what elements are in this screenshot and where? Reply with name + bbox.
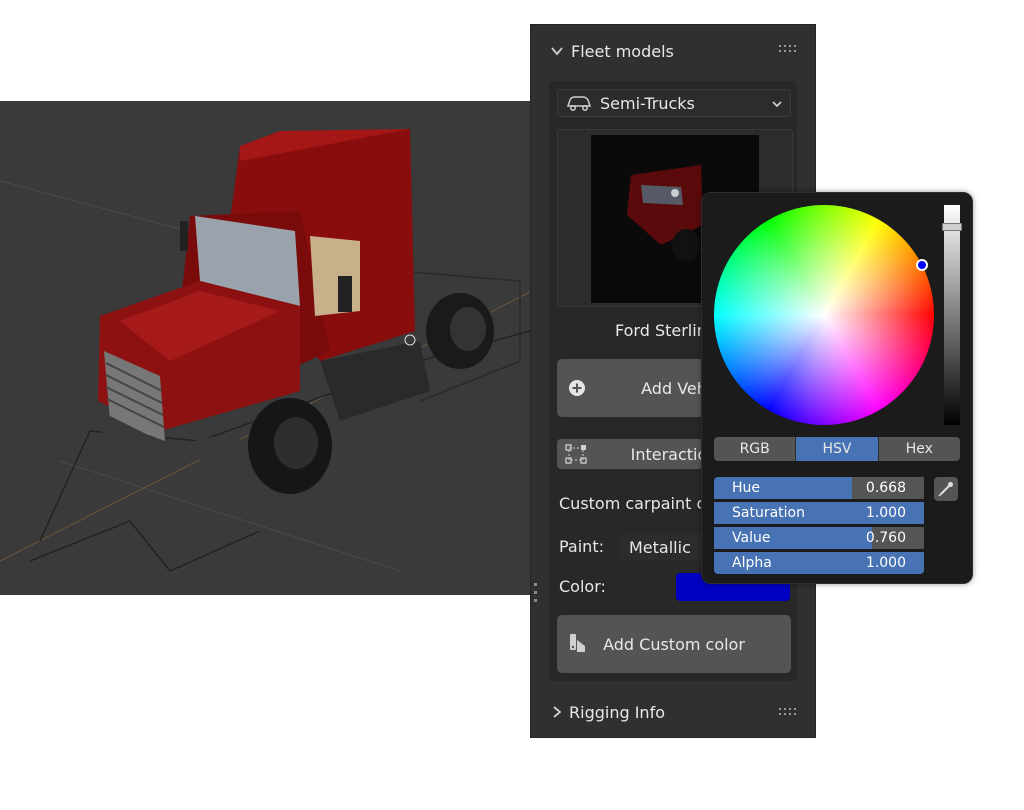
- rigging-info-header[interactable]: Rigging Info: [531, 697, 815, 727]
- value-value: 0.760: [865, 530, 906, 546]
- value-label: Value: [732, 530, 771, 546]
- 3d-viewport[interactable]: [0, 101, 532, 595]
- drag-grip-icon[interactable]: [779, 45, 797, 55]
- alpha-value: 1.000: [865, 555, 906, 571]
- add-vehicle-label: Add Veh: [641, 378, 707, 398]
- color-wheel[interactable]: [714, 205, 934, 425]
- saturation-label: Saturation: [732, 505, 805, 521]
- bounding-box-icon: [565, 444, 587, 464]
- value-slider-handle[interactable]: [942, 223, 962, 231]
- hue-value: 0.668: [865, 480, 906, 496]
- value-field[interactable]: Value 0.760: [714, 527, 924, 549]
- panel-header[interactable]: Fleet models: [531, 25, 815, 77]
- color-mode-tabs: RGB HSV Hex: [714, 437, 960, 461]
- chevron-down-icon[interactable]: [549, 43, 565, 59]
- drag-grip-icon[interactable]: [779, 708, 797, 718]
- custom-carpaint-title: Custom carpaint co: [559, 494, 716, 513]
- chevron-right-icon: [553, 706, 562, 718]
- saturation-field[interactable]: Saturation 1.000: [714, 502, 924, 524]
- category-dropdown[interactable]: Semi-Trucks: [557, 89, 791, 117]
- rigging-info-label: Rigging Info: [569, 702, 665, 722]
- truck-render: [0, 129, 532, 572]
- eyedropper-icon: [938, 482, 953, 497]
- paint-brush-icon: [570, 634, 585, 652]
- hue-field[interactable]: Hue 0.668: [714, 477, 924, 499]
- color-picker-popup: RGB HSV Hex Hue 0.668 Saturation 1.000 V…: [701, 192, 973, 584]
- add-custom-color-label: Add Custom color: [603, 634, 745, 654]
- add-custom-color-button[interactable]: Add Custom color: [557, 615, 791, 673]
- resize-handle-icon[interactable]: [533, 583, 539, 607]
- tab-rgb[interactable]: RGB: [714, 437, 797, 461]
- hue-label: Hue: [732, 480, 761, 496]
- dropdown-value: Semi-Trucks: [600, 93, 695, 113]
- eyedropper-button[interactable]: [934, 477, 958, 501]
- color-label: Color:: [559, 577, 606, 596]
- alpha-field[interactable]: Alpha 1.000: [714, 552, 924, 574]
- alpha-label: Alpha: [732, 555, 772, 571]
- chevron-down-icon: [772, 101, 782, 108]
- saturation-value: 1.000: [865, 505, 906, 521]
- paint-value: Metallic: [629, 537, 691, 557]
- color-wheel-cursor[interactable]: [916, 259, 928, 271]
- panel-title: Fleet models: [571, 41, 674, 61]
- paint-label: Paint:: [559, 537, 604, 556]
- add-circle-icon: [569, 380, 585, 396]
- tab-hsv[interactable]: HSV: [796, 437, 879, 461]
- value-slider[interactable]: [944, 205, 960, 425]
- car-icon: [566, 96, 592, 111]
- tab-hex[interactable]: Hex: [878, 437, 960, 461]
